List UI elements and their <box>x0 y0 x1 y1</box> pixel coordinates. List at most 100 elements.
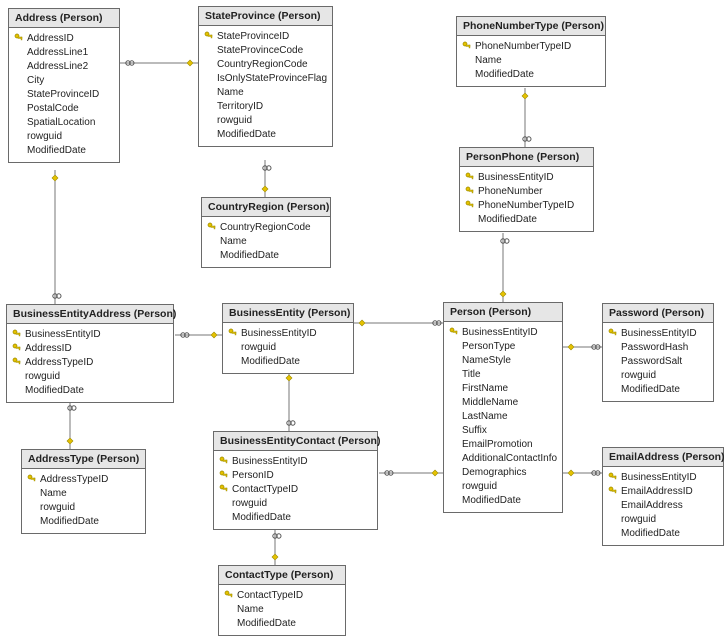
column-row[interactable]: rowguid <box>24 500 143 514</box>
column-row[interactable]: ModifiedDate <box>204 248 328 262</box>
column-row[interactable]: AddressID <box>11 31 117 45</box>
column-row[interactable]: PhoneNumber <box>462 184 591 198</box>
column-row[interactable]: ModifiedDate <box>605 526 721 540</box>
table-contacttype[interactable]: ContactType (Person) ContactTypeIDNameMo… <box>218 565 346 636</box>
key-icon-empty <box>203 73 215 83</box>
column-row[interactable]: ModifiedDate <box>462 212 591 226</box>
column-name: ModifiedDate <box>23 385 84 396</box>
column-row[interactable]: EmailPromotion <box>446 437 560 451</box>
column-row[interactable]: ModifiedDate <box>459 67 603 81</box>
column-row[interactable]: IsOnlyStateProvinceFlag <box>201 71 330 85</box>
column-row[interactable]: StateProvinceCode <box>201 43 330 57</box>
column-row[interactable]: TerritoryID <box>201 99 330 113</box>
column-row[interactable]: Name <box>204 234 328 248</box>
column-row[interactable]: Suffix <box>446 423 560 437</box>
column-row[interactable]: Demographics <box>446 465 560 479</box>
column-row[interactable]: BusinessEntityID <box>605 470 721 484</box>
column-row[interactable]: BusinessEntityID <box>605 326 711 340</box>
column-name: Name <box>235 604 264 615</box>
key-icon-empty <box>11 371 23 381</box>
column-row[interactable]: ContactTypeID <box>221 588 343 602</box>
column-row[interactable]: LastName <box>446 409 560 423</box>
column-name: Suffix <box>460 425 487 436</box>
column-name: Demographics <box>460 467 526 478</box>
table-businessentityaddress[interactable]: BusinessEntityAddress (Person) BusinessE… <box>6 304 174 403</box>
column-row[interactable]: NameStyle <box>446 353 560 367</box>
column-row[interactable]: AddressLine2 <box>11 59 117 73</box>
column-row[interactable]: SpatialLocation <box>11 115 117 129</box>
column-row[interactable]: ModifiedDate <box>24 514 143 528</box>
column-row[interactable]: rowguid <box>225 340 351 354</box>
column-row[interactable]: rowguid <box>11 129 117 143</box>
column-row[interactable]: PasswordHash <box>605 340 711 354</box>
column-row[interactable]: EmailAddress <box>605 498 721 512</box>
table-addresstype[interactable]: AddressType (Person) AddressTypeIDNamero… <box>21 449 146 534</box>
column-row[interactable]: AddressLine1 <box>11 45 117 59</box>
table-stateprovince[interactable]: StateProvince (Person) StateProvinceIDSt… <box>198 6 333 147</box>
column-row[interactable]: AddressTypeID <box>24 472 143 486</box>
column-row[interactable]: ModifiedDate <box>221 616 343 630</box>
column-row[interactable]: rowguid <box>216 496 375 510</box>
column-row[interactable]: Title <box>446 367 560 381</box>
table-address[interactable]: Address (Person) AddressIDAddressLine1Ad… <box>8 8 120 163</box>
column-row[interactable]: CountryRegionCode <box>204 220 328 234</box>
column-row[interactable]: StateProvinceID <box>201 29 330 43</box>
table-businessentitycontact[interactable]: BusinessEntityContact (Person) BusinessE… <box>213 431 378 530</box>
column-row[interactable]: BusinessEntityID <box>446 325 560 339</box>
table-person[interactable]: Person (Person) BusinessEntityIDPersonTy… <box>443 302 563 513</box>
column-row[interactable]: PersonType <box>446 339 560 353</box>
column-row[interactable]: Name <box>459 53 603 67</box>
column-row[interactable]: PasswordSalt <box>605 354 711 368</box>
column-row[interactable]: MiddleName <box>446 395 560 409</box>
table-countryregion[interactable]: CountryRegion (Person) CountryRegionCode… <box>201 197 331 268</box>
column-row[interactable]: Name <box>24 486 143 500</box>
column-row[interactable]: AddressID <box>9 341 171 355</box>
column-row[interactable]: BusinessEntityID <box>462 170 591 184</box>
column-row[interactable]: AddressTypeID <box>9 355 171 369</box>
column-row[interactable]: rowguid <box>605 512 721 526</box>
table-emailaddress[interactable]: EmailAddress (Person) BusinessEntityIDEm… <box>602 447 724 546</box>
column-name: PhoneNumberTypeID <box>473 41 571 52</box>
column-row[interactable]: BusinessEntityID <box>225 326 351 340</box>
column-row[interactable]: PhoneNumberTypeID <box>459 39 603 53</box>
column-row[interactable]: rowguid <box>9 369 171 383</box>
column-row[interactable]: City <box>11 73 117 87</box>
column-row[interactable]: PersonID <box>216 468 375 482</box>
table-header: Person (Person) <box>444 303 562 322</box>
column-row[interactable]: PostalCode <box>11 101 117 115</box>
column-row[interactable]: ModifiedDate <box>446 493 560 507</box>
table-businessentity[interactable]: BusinessEntity (Person) BusinessEntityID… <box>222 303 354 374</box>
column-row[interactable]: ContactTypeID <box>216 482 375 496</box>
key-icon-empty <box>13 47 25 57</box>
column-name: PhoneNumber <box>476 186 542 197</box>
column-row[interactable]: CountryRegionCode <box>201 57 330 71</box>
table-phonenumbertype[interactable]: PhoneNumberType (Person) PhoneNumberType… <box>456 16 606 87</box>
column-row[interactable]: Name <box>201 85 330 99</box>
column-row[interactable]: EmailAddressID <box>605 484 721 498</box>
column-row[interactable]: rowguid <box>605 368 711 382</box>
column-name: ModifiedDate <box>218 250 279 261</box>
column-row[interactable]: ModifiedDate <box>225 354 351 368</box>
column-row[interactable]: StateProvinceID <box>11 87 117 101</box>
column-row[interactable]: ModifiedDate <box>201 127 330 141</box>
column-row[interactable]: ModifiedDate <box>216 510 375 524</box>
key-icon <box>11 343 23 353</box>
column-row[interactable]: ModifiedDate <box>605 382 711 396</box>
column-name: BusinessEntityID <box>460 327 538 338</box>
table-header: BusinessEntityContact (Person) <box>214 432 377 451</box>
column-row[interactable]: BusinessEntityID <box>216 454 375 468</box>
column-name: rowguid <box>619 514 656 525</box>
column-row[interactable]: AdditionalContactInfo <box>446 451 560 465</box>
column-name: PhoneNumberTypeID <box>476 200 574 211</box>
column-row[interactable]: ModifiedDate <box>9 383 171 397</box>
column-row[interactable]: Name <box>221 602 343 616</box>
column-row[interactable]: BusinessEntityID <box>9 327 171 341</box>
column-row[interactable]: PhoneNumberTypeID <box>462 198 591 212</box>
key-icon <box>607 486 619 496</box>
column-row[interactable]: rowguid <box>446 479 560 493</box>
column-row[interactable]: rowguid <box>201 113 330 127</box>
column-row[interactable]: FirstName <box>446 381 560 395</box>
table-personphone[interactable]: PersonPhone (Person) BusinessEntityIDPho… <box>459 147 594 232</box>
column-row[interactable]: ModifiedDate <box>11 143 117 157</box>
table-password[interactable]: Password (Person) BusinessEntityIDPasswo… <box>602 303 714 402</box>
